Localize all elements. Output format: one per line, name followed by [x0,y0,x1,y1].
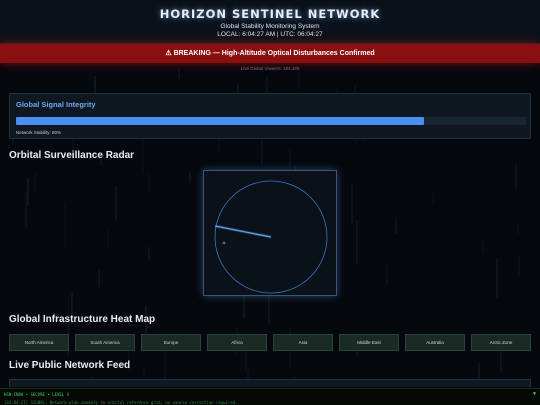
feed-section-title: Live Public Network Feed [9,360,131,371]
radar-section-title: Orbital Surveillance Radar [9,150,135,161]
app-title: HORIZON SENTINEL NETWORK [159,7,381,21]
ticker-message: [03:04:21] SIGNAL: Network-wide anomaly … [4,400,238,405]
heatmap-section-title: Global Infrastructure Heat Map [9,314,156,325]
region-tile-middle-east[interactable]: Middle East [339,334,399,351]
heatmap-region-grid: North America South America Europe Afric… [9,334,531,351]
stability-progress-fill [16,117,424,125]
radar-display [203,170,337,296]
clock-readout: LOCAL: 6:04:27 AM | UTC: 06:04:27 [217,31,323,38]
region-tile-north-america[interactable]: North America [9,334,69,351]
radar-blip [222,241,226,245]
live-viewers-count: Live Global Viewers: 184,339 [240,66,300,71]
ticker-collapse-toggle[interactable]: ▼ [533,391,536,397]
stability-progress-bar [16,117,526,125]
network-stability-label: Network Stability: 80% [16,130,62,135]
region-tile-africa[interactable]: Africa [207,334,267,351]
status-ticker: HSN-CNBA • SECURE • LEVEL 4 [03:04:21] S… [0,388,540,405]
app-subtitle: Global Stability Monitoring System [220,23,320,30]
breaking-news-text: ⚠ BREAKING — High-Altitude Optical Distu… [165,50,375,57]
region-tile-arctic-zone[interactable]: Arctic Zone [471,334,531,351]
signal-integrity-title: Global Signal Integrity [16,100,96,109]
signal-integrity-panel: Global Signal Integrity Network Stabilit… [9,93,531,139]
header: HORIZON SENTINEL NETWORK Global Stabilit… [0,0,540,44]
region-tile-australia[interactable]: Australia [405,334,465,351]
live-feed-panel [9,379,531,387]
breaking-news-banner[interactable]: ⚠ BREAKING — High-Altitude Optical Distu… [0,44,540,63]
region-tile-asia[interactable]: Asia [273,334,333,351]
ticker-status: HSN-CNBA • SECURE • LEVEL 4 [4,392,70,397]
region-tile-south-america[interactable]: South America [75,334,135,351]
region-tile-europe[interactable]: Europe [141,334,201,351]
